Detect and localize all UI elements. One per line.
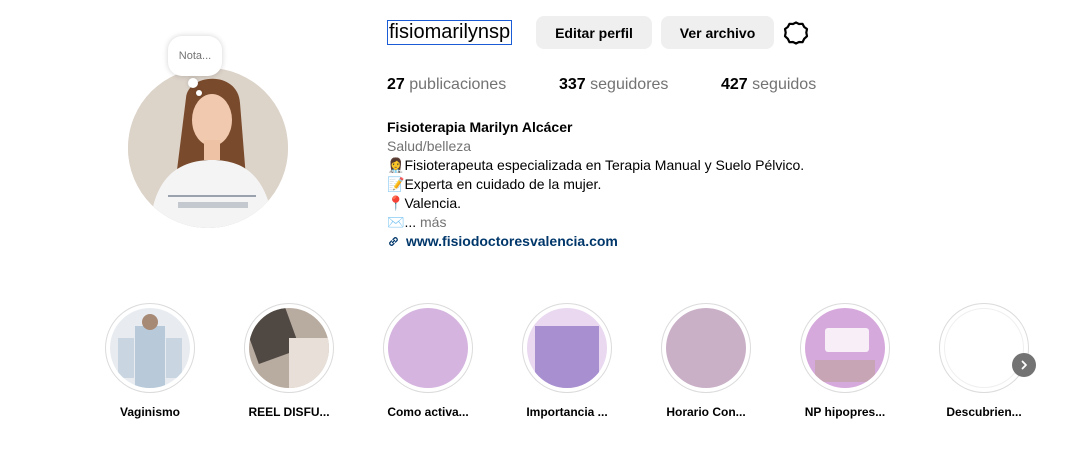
- posts-stat: 27 publicaciones: [387, 76, 506, 94]
- bio-line: 👩‍⚕️Fisioterapeuta especializada en Tera…: [387, 156, 907, 175]
- highlight-label: Importancia ...: [526, 405, 608, 419]
- gear-icon[interactable]: [783, 20, 809, 46]
- highlight-label: Vaginismo: [119, 405, 181, 419]
- profile-username[interactable]: fisiomarilynsp: [387, 20, 513, 45]
- highlight-item[interactable]: NP hipopres...: [800, 303, 890, 419]
- profile-category: Salud/belleza: [387, 138, 472, 154]
- highlight-cover: [805, 308, 885, 388]
- followers-label: seguidores: [590, 76, 669, 93]
- profile-bio: Fisioterapia Marilyn Alcácer Salud/belle…: [387, 118, 907, 251]
- highlight-ring: [661, 303, 751, 393]
- bio-more-link[interactable]: más: [420, 214, 446, 230]
- highlight-label: Como activa...: [387, 405, 469, 419]
- avatar-image: [128, 68, 288, 228]
- following-label: seguidos: [752, 76, 817, 93]
- posts-count: 27: [387, 76, 405, 93]
- note-bubble-tail-small: [196, 90, 202, 96]
- highlight-label: REEL DISFU...: [248, 405, 330, 419]
- highlight-label: Descubrien...: [946, 405, 1022, 419]
- chevron-right-icon[interactable]: [1012, 353, 1036, 377]
- link-icon: [389, 237, 398, 246]
- highlight-ring: [244, 303, 334, 393]
- envelope-emoji-icon: ✉️: [387, 214, 405, 230]
- bio-line-text: Fisioterapeuta especializada en Terapia …: [404, 157, 805, 173]
- highlight-ring: [383, 303, 473, 393]
- note-bubble-tail: [188, 78, 198, 88]
- bio-line-text: Experta en cuidado de la mujer.: [404, 176, 602, 192]
- memo-emoji-icon: 📝: [387, 176, 405, 192]
- highlight-ring: [522, 303, 612, 393]
- doctor-emoji-icon: 👩‍⚕️: [387, 157, 405, 173]
- bio-line: 📝Experta en cuidado de la mujer.: [387, 175, 907, 194]
- highlight-ring: [800, 303, 890, 393]
- following-stat[interactable]: 427 seguidos: [721, 76, 816, 94]
- highlight-item[interactable]: Importancia ...: [522, 303, 612, 419]
- posts-label: publicaciones: [409, 76, 507, 93]
- bio-line: 📍Valencia.: [387, 194, 907, 213]
- followers-count: 337: [559, 76, 586, 93]
- highlight-cover: [388, 308, 468, 388]
- highlight-item[interactable]: Como activa...: [383, 303, 473, 419]
- note-bubble[interactable]: Nota...: [168, 36, 222, 76]
- bio-line-text: Valencia.: [404, 195, 461, 211]
- highlight-cover: [666, 308, 746, 388]
- highlight-item[interactable]: Vaginismo: [105, 303, 195, 419]
- bio-line: ✉️... más: [387, 213, 907, 232]
- highlight-cover: [249, 308, 329, 388]
- highlight-label: NP hipopres...: [804, 405, 886, 419]
- highlight-item[interactable]: Horario Con...: [661, 303, 751, 419]
- profile-full-name: Fisioterapia Marilyn Alcácer: [387, 119, 573, 135]
- highlight-item[interactable]: Descubrien...: [939, 303, 1029, 419]
- followers-stat[interactable]: 337 seguidores: [559, 76, 668, 94]
- profile-website-link[interactable]: www.fisiodoctoresvalencia.com: [387, 232, 907, 251]
- pin-emoji-icon: 📍: [387, 195, 405, 211]
- following-count: 427: [721, 76, 748, 93]
- profile-avatar[interactable]: [128, 68, 288, 228]
- highlight-cover: [944, 308, 1024, 388]
- website-url: www.fisiodoctoresvalencia.com: [406, 233, 618, 249]
- edit-profile-button[interactable]: Editar perfil: [536, 16, 652, 49]
- highlight-item[interactable]: REEL DISFU...: [244, 303, 334, 419]
- view-archive-button[interactable]: Ver archivo: [661, 16, 774, 49]
- bio-line-text: ...: [404, 214, 417, 230]
- highlight-cover: [110, 308, 190, 388]
- highlight-cover: [527, 308, 607, 388]
- highlight-ring: [105, 303, 195, 393]
- highlight-ring: [939, 303, 1029, 393]
- highlight-label: Horario Con...: [666, 405, 746, 419]
